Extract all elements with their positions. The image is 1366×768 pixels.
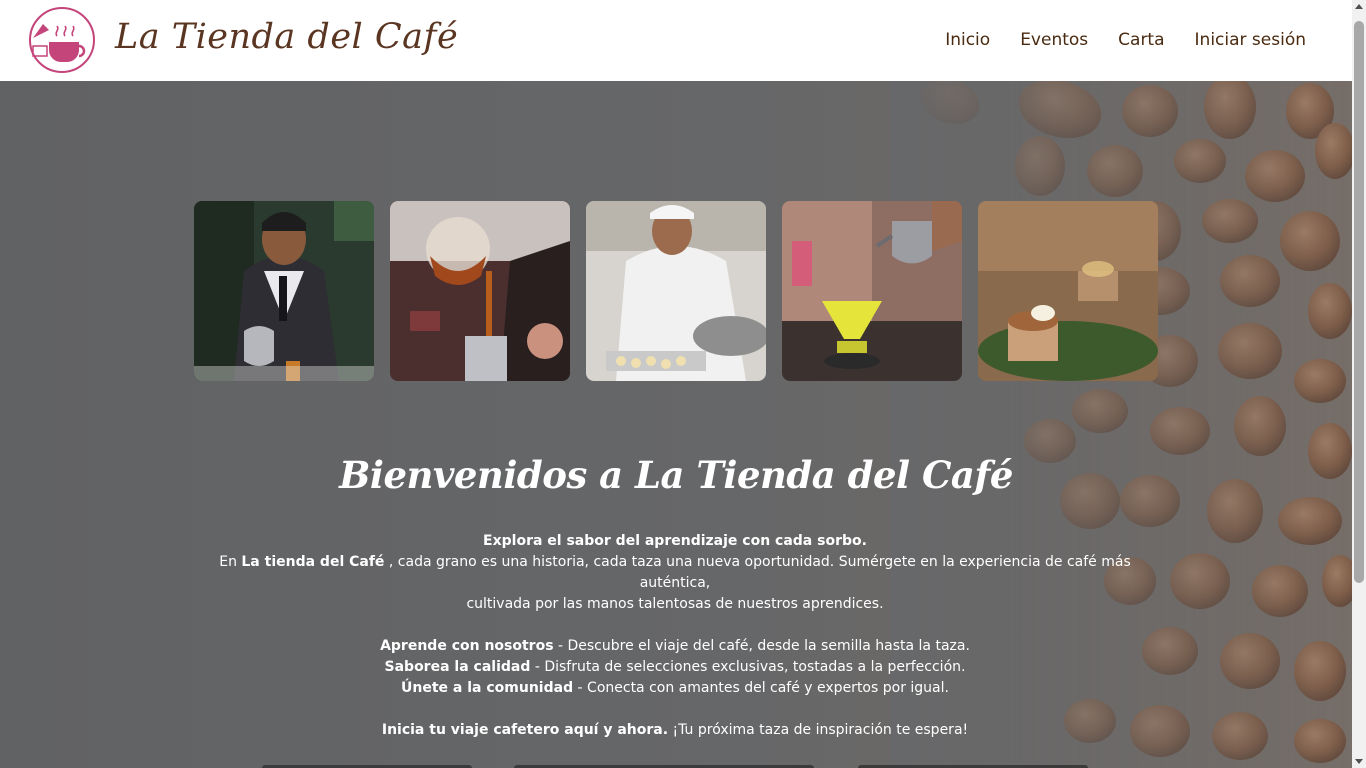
scroll-thumb[interactable] bbox=[1354, 21, 1364, 583]
welcome-title: Bienvenidos a La Tienda del Café bbox=[339, 453, 1013, 497]
bullet-aprende-text: - Descubre el viaje del café, desde la s… bbox=[553, 638, 970, 654]
intro-line-2-rest: , cada grano es una historia, cada taza … bbox=[384, 554, 1131, 591]
scroll-down-arrow-icon[interactable] bbox=[1355, 759, 1363, 764]
intro-prefix: En bbox=[219, 554, 242, 570]
pour-over-kettle-photo bbox=[782, 201, 962, 381]
brand-name[interactable]: La Tienda del Café bbox=[115, 17, 458, 57]
cta-text: ¡Tu próxima taza de inspiración te esper… bbox=[668, 722, 969, 738]
coffee-siphon-photo bbox=[390, 201, 570, 381]
nav-iniciar-sesion[interactable]: Iniciar sesión bbox=[1195, 30, 1306, 50]
bullet-unete-text: - Conecta con amantes del café y experto… bbox=[573, 680, 949, 696]
page-scrollbar[interactable] bbox=[1352, 0, 1366, 768]
site-header: La Tienda del Café Inicio Eventos Carta … bbox=[0, 0, 1352, 81]
gallery-photo-dish[interactable] bbox=[978, 201, 1158, 381]
cafe-logo-icon[interactable] bbox=[27, 6, 97, 74]
intro-text: Explora el sabor del aprendizaje con cad… bbox=[200, 531, 1150, 741]
bullet-aprende-bold: Aprende con nosotros bbox=[380, 638, 554, 654]
bullet-saborea: Saborea la calidad - Disfruta de selecci… bbox=[200, 657, 1150, 678]
chef-baking-photo bbox=[586, 201, 766, 381]
call-to-action: Inicia tu viaje cafetero aquí y ahora. ¡… bbox=[200, 720, 1150, 741]
nav-inicio[interactable]: Inicio bbox=[945, 30, 990, 50]
intro-bold-line: Explora el sabor del aprendizaje con cad… bbox=[483, 533, 867, 549]
main-nav: Inicio Eventos Carta Iniciar sesión bbox=[945, 30, 1306, 50]
bullet-saborea-text: - Disfruta de selecciones exclusivas, to… bbox=[530, 659, 966, 675]
bullet-unete-bold: Únete a la comunidad bbox=[401, 680, 574, 696]
barista-pouring-photo bbox=[194, 201, 374, 381]
gallery-photo-siphon[interactable] bbox=[390, 201, 570, 381]
nav-carta[interactable]: Carta bbox=[1118, 30, 1164, 50]
cta-bold: Inicia tu viaje cafetero aquí y ahora. bbox=[381, 722, 669, 738]
bullet-saborea-bold: Saborea la calidad bbox=[384, 659, 531, 675]
gourmet-dish-photo bbox=[978, 201, 1158, 381]
hero-section: Bienvenidos a La Tienda del Café Explora… bbox=[0, 81, 1352, 768]
gallery-photo-pour-over[interactable] bbox=[782, 201, 962, 381]
intro-line-3: cultivada por las manos talentosas de nu… bbox=[466, 596, 884, 612]
bullet-unete: Únete a la comunidad - Conecta con amant… bbox=[200, 678, 1150, 699]
store-name-bold: La tienda del Café bbox=[241, 554, 385, 570]
gallery-photo-chef[interactable] bbox=[586, 201, 766, 381]
nav-eventos[interactable]: Eventos bbox=[1020, 30, 1088, 50]
intro-line-2: En La tienda del Café , cada grano es un… bbox=[200, 552, 1150, 594]
bullet-aprende: Aprende con nosotros - Descubre el viaje… bbox=[200, 636, 1150, 657]
gallery-photo-barista[interactable] bbox=[194, 201, 374, 381]
photo-gallery bbox=[194, 201, 1158, 381]
scroll-up-arrow-icon[interactable] bbox=[1355, 4, 1363, 9]
